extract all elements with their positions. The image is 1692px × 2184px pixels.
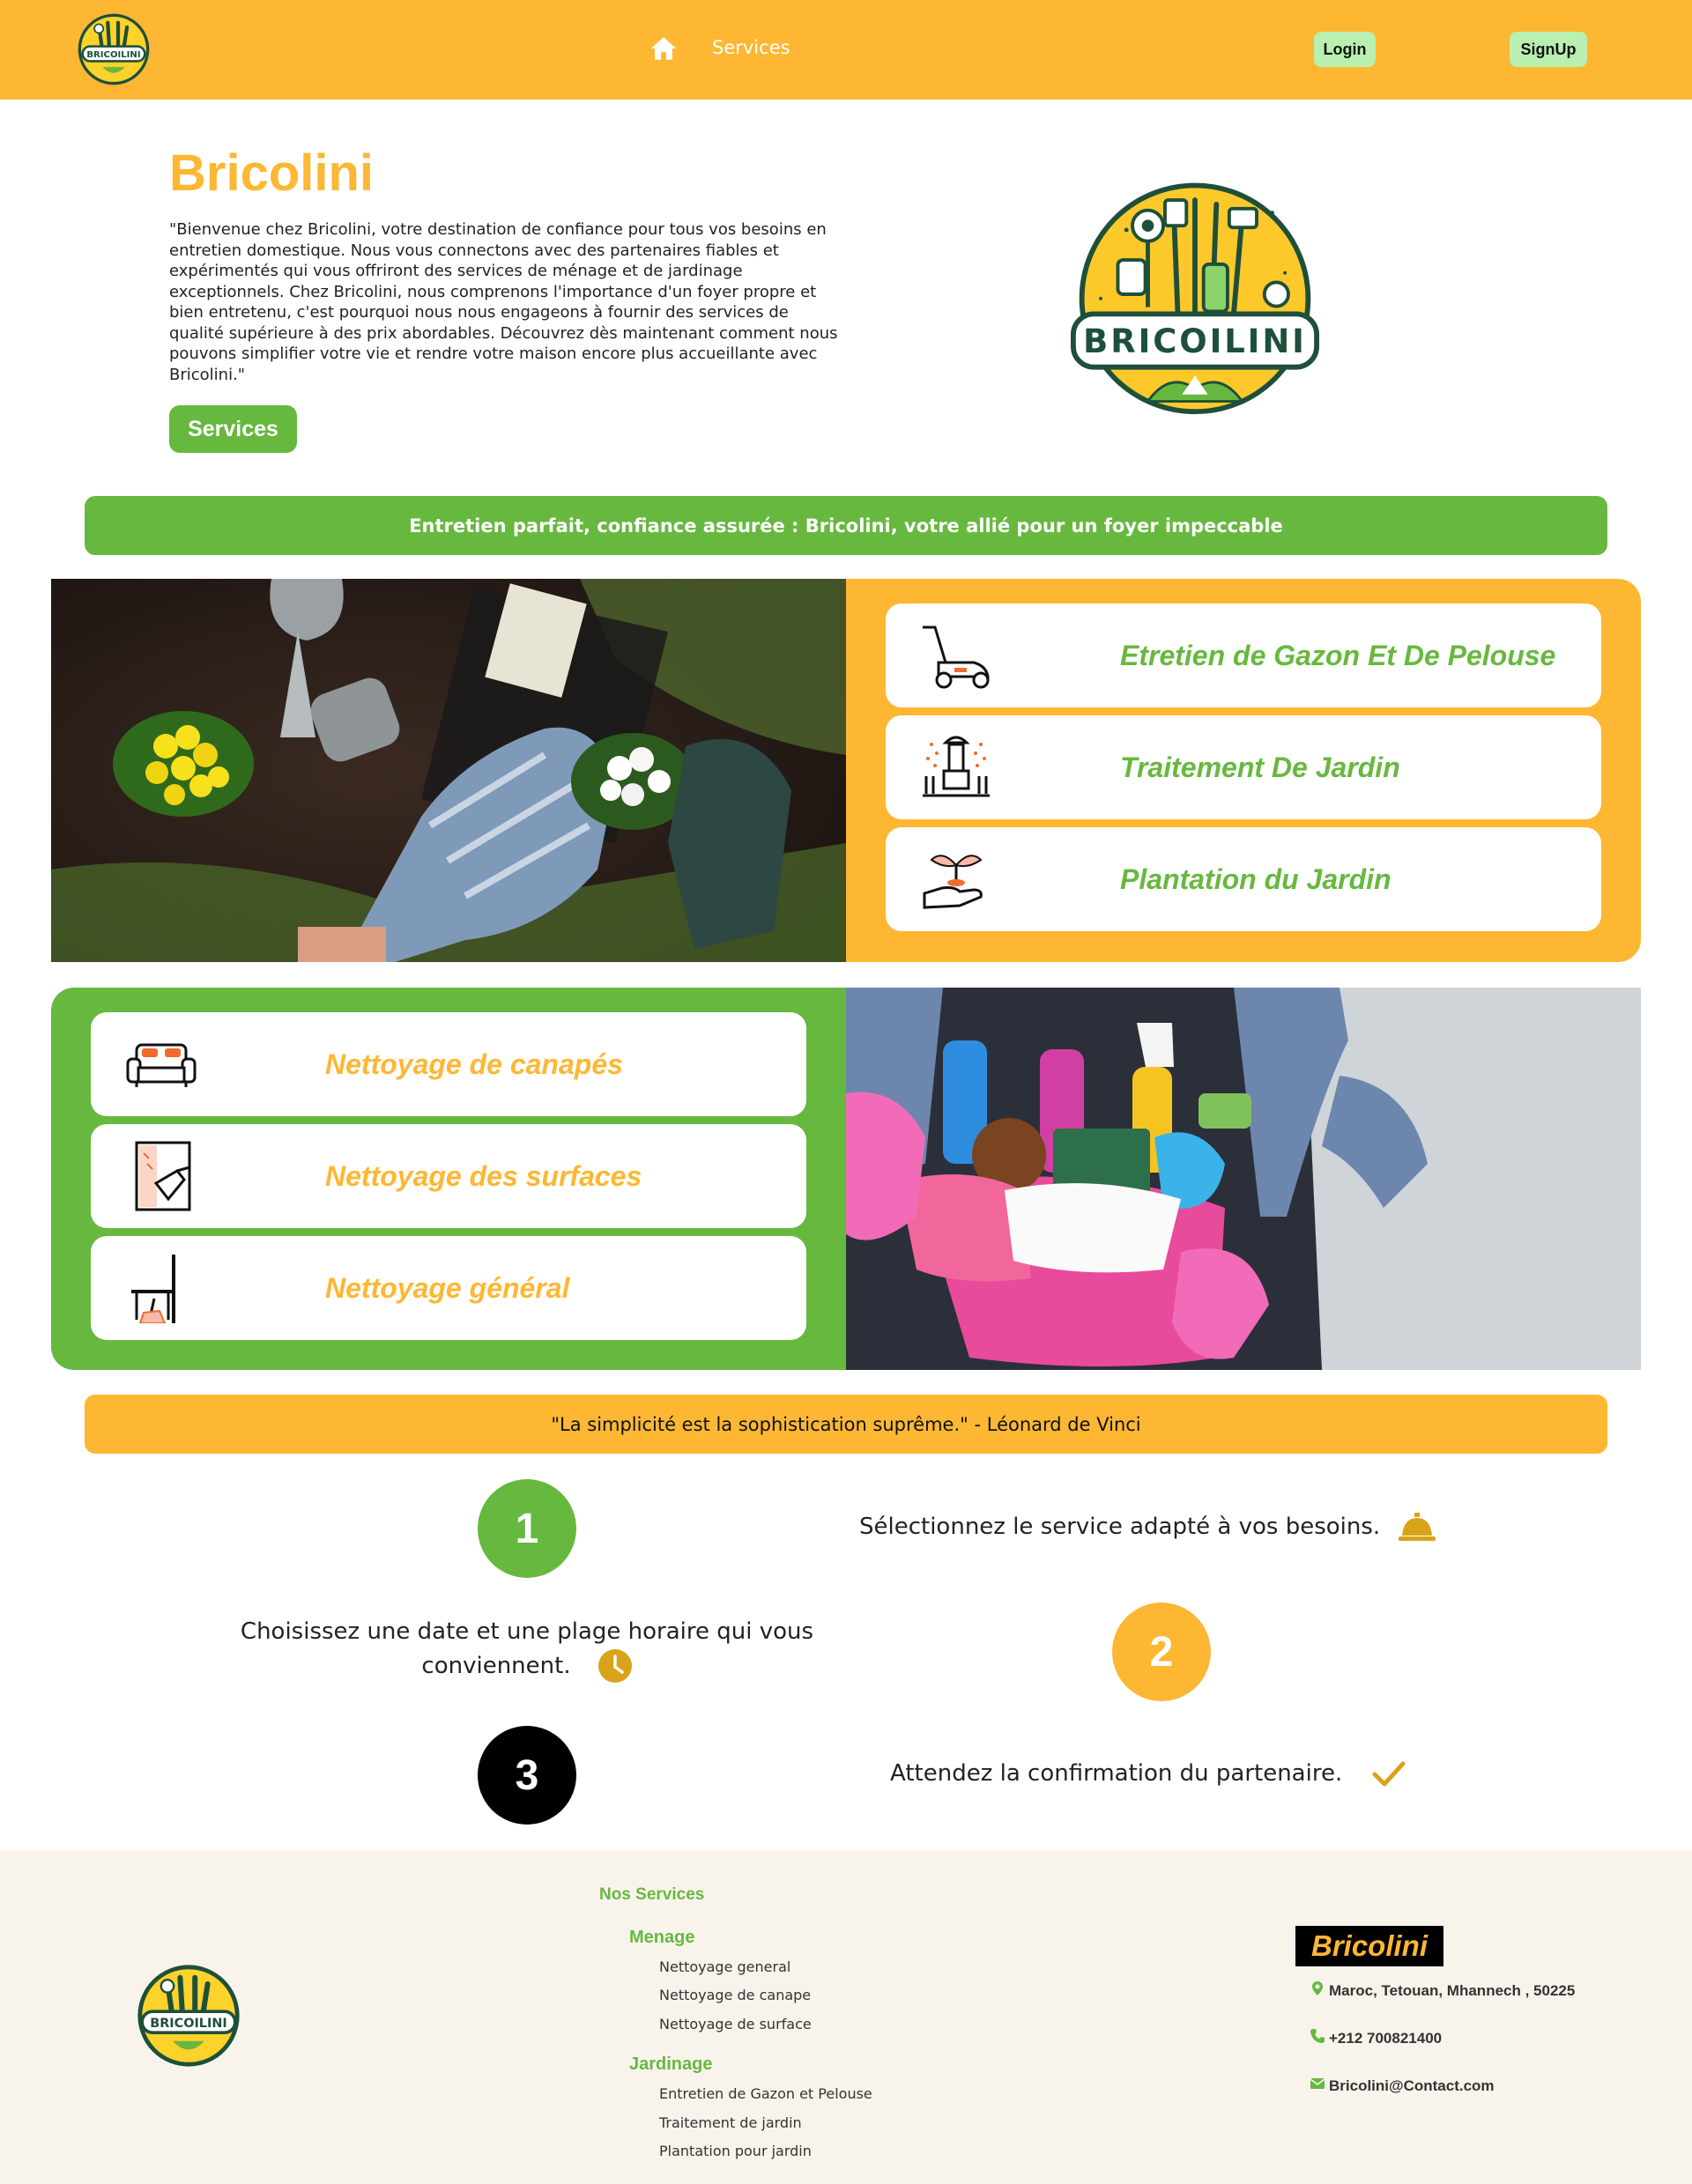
surface-cleaning-icon: [124, 1141, 198, 1211]
footer-link[interactable]: Plantation pour jardin: [659, 2143, 812, 2159]
step-1-text: Sélectionnez le service adapté à vos bes…: [859, 1514, 1381, 1540]
footer: [0, 1850, 1692, 2184]
login-button[interactable]: Login: [1314, 32, 1376, 67]
footer-email-text: Bricolini@Contact.com: [1329, 2077, 1495, 2094]
plant-in-hand-icon: [919, 844, 993, 914]
quote-banner: "La simplicité est la sophistication sup…: [85, 1395, 1607, 1454]
step-2-text: Choisissez une date et une plage horaire…: [236, 1615, 818, 1684]
footer-link[interactable]: Traitement de jardin: [659, 2114, 802, 2131]
gardening-photo: [51, 579, 846, 962]
service-card-plantation[interactable]: Plantation du Jardin: [886, 827, 1601, 931]
sofa-icon: [124, 1029, 198, 1099]
service-card-lawn[interactable]: Etretien de Gazon Et De Pelouse: [886, 603, 1601, 707]
step-3-number: 3: [478, 1726, 576, 1825]
tagline-banner: Entretien parfait, confiance assurée : B…: [85, 496, 1607, 555]
step-2-text-line2-row: conviennent.: [236, 1648, 818, 1684]
home-icon[interactable]: [649, 33, 679, 63]
signup-button[interactable]: SignUp: [1510, 32, 1587, 67]
cleaning-services-panel: Nettoyage de canapés Nettoyage des surfa…: [51, 988, 846, 1370]
lawn-mower-icon: [919, 620, 993, 691]
step-2-text-line2: conviennent.: [421, 1653, 571, 1679]
cleaning-photo: [846, 988, 1641, 1370]
footer-link[interactable]: Nettoyage general: [659, 1958, 790, 1975]
broom-cleaning-icon: [124, 1253, 198, 1324]
nav-logo[interactable]: BRICOILINI: [76, 12, 152, 86]
footer-link[interactable]: Nettoyage de canape: [659, 1987, 811, 2003]
footer-email[interactable]: Bricolini@Contact.com: [1310, 2076, 1495, 2096]
step-2-text-line1: Choisissez une date et une plage horaire…: [240, 1618, 814, 1645]
footer-brand-box: Bricolini: [1295, 1926, 1443, 1966]
hero-description: "Bienvenue chez Bricolini, votre destina…: [169, 220, 838, 384]
footer-link[interactable]: Nettoyage de surface: [659, 2016, 812, 2032]
footer-jardinage-heading: Jardinage: [629, 2054, 713, 2074]
service-label: Plantation du Jardin: [1120, 862, 1391, 895]
hero-title: Bricolini: [169, 144, 375, 202]
service-label: Nettoyage des surfaces: [325, 1159, 642, 1192]
envelope-icon: [1310, 2076, 1325, 2096]
service-label: Traitement De Jardin: [1120, 751, 1400, 783]
nav-services-link[interactable]: Services: [712, 37, 790, 58]
service-label: Nettoyage général: [325, 1271, 570, 1304]
step-2-number: 2: [1112, 1603, 1211, 1701]
phone-icon: [1310, 2028, 1325, 2048]
footer-address-text: Maroc, Tetouan, Mhannech , 50225: [1329, 1981, 1576, 1999]
nav-logo-text: BRICOILINI: [86, 50, 140, 60]
service-card-sofa[interactable]: Nettoyage de canapés: [91, 1012, 806, 1116]
footer-address: Maroc, Tetouan, Mhannech , 50225: [1310, 1980, 1575, 2001]
check-icon: [1371, 1758, 1406, 1790]
hero-services-button[interactable]: Services: [169, 405, 297, 453]
garden-services-panel: Etretien de Gazon Et De Pelouse Traiteme…: [846, 579, 1641, 962]
step-3-text: Attendez la confirmation du partenaire.: [890, 1760, 1343, 1787]
footer-logo-text: BRICOILINI: [150, 2017, 226, 2031]
footer-services-heading: Nos Services: [599, 1885, 705, 1904]
footer-phone[interactable]: +212 700821400: [1310, 2028, 1442, 2048]
service-label: Etretien de Gazon Et De Pelouse: [1120, 639, 1556, 671]
hero-logo: BRICOILINI: [1066, 170, 1324, 418]
navbar: BRICOILINI Services Login SignUp: [0, 0, 1692, 100]
clock-icon: [597, 1648, 633, 1684]
footer-phone-text: +212 700821400: [1329, 2029, 1443, 2047]
location-pin-icon: [1310, 1980, 1325, 2001]
step-1-number: 1: [478, 1479, 576, 1578]
service-bell-icon: [1399, 1509, 1436, 1544]
footer-menage-heading: Menage: [629, 1928, 695, 1947]
service-card-surfaces[interactable]: Nettoyage des surfaces: [91, 1124, 806, 1228]
hero-logo-text: BRICOILINI: [1083, 322, 1307, 360]
footer-link[interactable]: Entretien de Gazon et Pelouse: [659, 2085, 872, 2102]
sprinkler-icon: [919, 732, 993, 803]
service-label: Nettoyage de canapés: [325, 1048, 623, 1080]
footer-logo[interactable]: BRICOILINI: [134, 1963, 243, 2069]
service-card-general[interactable]: Nettoyage général: [91, 1236, 806, 1340]
footer-brand: Bricolini: [1310, 1929, 1429, 1962]
service-card-garden-treatment[interactable]: Traitement De Jardin: [886, 715, 1601, 819]
